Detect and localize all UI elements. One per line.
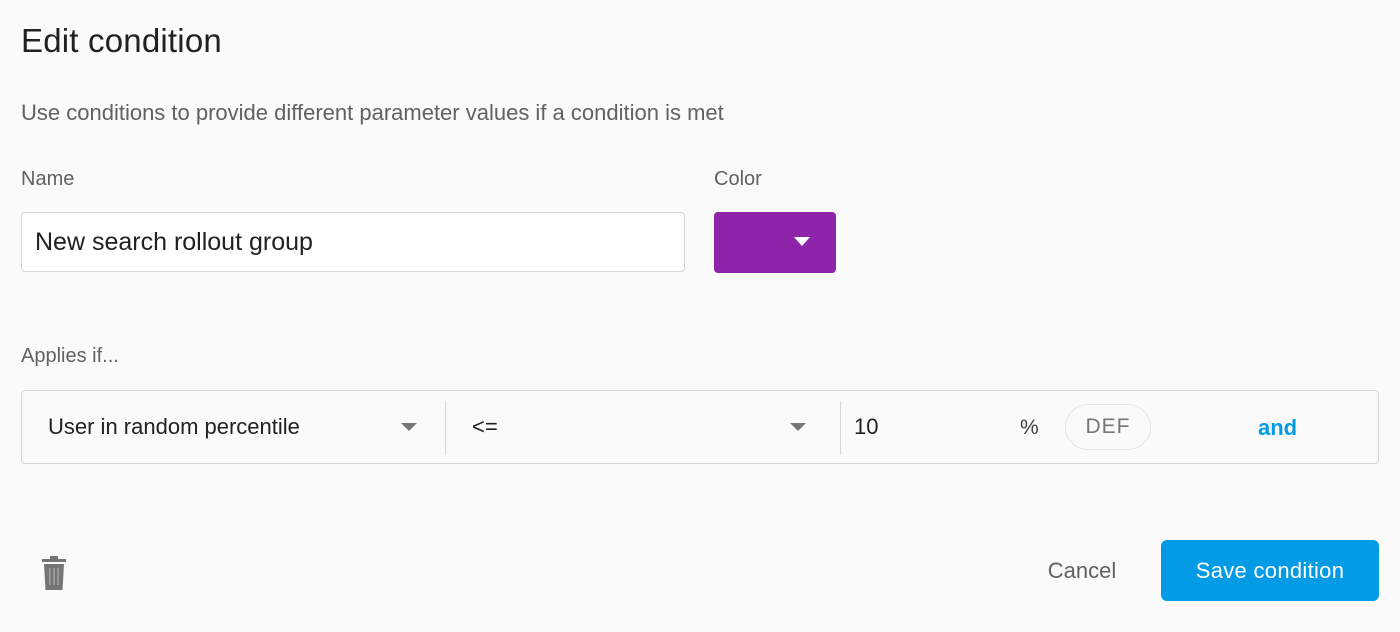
delete-condition-button[interactable]: [42, 556, 66, 590]
chevron-down-icon: [401, 423, 417, 431]
color-picker[interactable]: [714, 212, 836, 273]
condition-row: User in random percentile <= 10 % DEF an…: [21, 390, 1379, 464]
chevron-down-icon: [794, 237, 810, 246]
applies-if-label: Applies if...: [21, 345, 119, 367]
name-label: Name: [21, 168, 75, 190]
name-input[interactable]: [21, 212, 685, 272]
value-input-text: 10: [854, 414, 879, 439]
chevron-down-icon: [790, 423, 806, 431]
attribute-select-value: User in random percentile: [48, 414, 300, 439]
dialog-description: Use conditions to provide different para…: [21, 100, 724, 125]
cancel-button[interactable]: Cancel: [1022, 540, 1142, 601]
operator-select[interactable]: <=: [446, 391, 840, 463]
dialog-title: Edit condition: [21, 22, 222, 59]
percent-unit: %: [1020, 416, 1039, 439]
save-condition-button[interactable]: Save condition: [1161, 540, 1379, 601]
def-chip[interactable]: DEF: [1065, 404, 1151, 450]
edit-condition-dialog: Edit condition Use conditions to provide…: [0, 0, 1400, 632]
add-and-condition-link[interactable]: and: [1258, 415, 1297, 441]
trash-icon: [42, 556, 66, 590]
operator-select-value: <=: [472, 414, 498, 439]
attribute-select[interactable]: User in random percentile: [22, 391, 445, 463]
color-label: Color: [714, 168, 762, 190]
